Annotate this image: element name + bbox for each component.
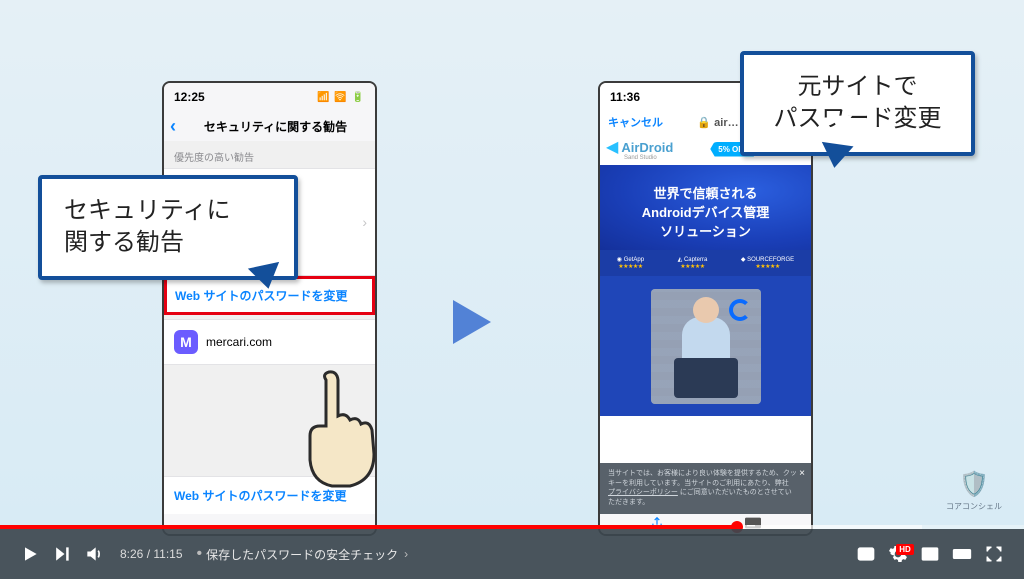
video-content: 12:25 📶 🛜 🔋 ‹ セキュリティに関する勧告 優先度の高い勧告 › We… <box>0 0 1024 529</box>
mercari-entry[interactable]: M mercari.com <box>164 319 375 365</box>
status-time: 11:36 <box>610 90 640 104</box>
nav-title: セキュリティに関する勧告 <box>182 118 369 135</box>
callout-right: 元サイトで パスワード変更 <box>740 51 975 156</box>
callout-tail-icon <box>818 142 853 170</box>
time-display: 8:26 / 11:15 <box>120 547 183 561</box>
privacy-policy-link[interactable]: プライバシーポリシー <box>608 489 678 496</box>
chapter-title[interactable]: 保存したパスワードの安全チェック <box>206 546 398 563</box>
fullscreen-button[interactable] <box>978 538 1010 570</box>
subtitles-button[interactable] <box>850 538 882 570</box>
chevron-right-icon: › <box>362 214 367 230</box>
channel-watermark[interactable]: 🛡️ コアコンシェル <box>946 470 1002 512</box>
hero-image <box>600 276 811 416</box>
ratings-row: ◉ GetApp★★★★★ ◭ Capterra★★★★★ ◆ SOURCEFO… <box>600 250 811 276</box>
play-button[interactable] <box>14 538 46 570</box>
pointing-hand-icon <box>296 370 386 490</box>
next-button[interactable] <box>46 538 78 570</box>
chapter-separator: • <box>197 545 203 563</box>
status-indicators-icon: 📶 🛜 🔋 <box>317 92 365 103</box>
miniplayer-button[interactable] <box>914 538 946 570</box>
chevron-right-icon[interactable]: › <box>404 547 408 561</box>
settings-button[interactable]: HD <box>882 538 914 570</box>
rating-getapp: ◉ GetApp★★★★★ <box>617 256 644 270</box>
hd-badge: HD <box>896 544 914 555</box>
callout-left: セキュリティに 関する勧告 <box>38 175 298 280</box>
status-time: 12:25 <box>174 90 205 104</box>
theater-button[interactable] <box>946 538 978 570</box>
nav-bar: ‹ セキュリティに関する勧告 <box>164 111 375 141</box>
cookie-banner: 当サイトでは、お客様により良い体験を提供するため、クッキーを利用しています。当サ… <box>600 463 811 514</box>
back-chevron-icon[interactable]: ‹ <box>170 116 176 137</box>
cancel-button[interactable]: キャンセル <box>608 114 663 130</box>
close-icon[interactable]: × <box>799 467 805 481</box>
volume-button[interactable] <box>78 538 110 570</box>
paper-plane-icon: ◀ <box>606 137 618 157</box>
rating-sourceforge: ◆ SOURCEFORGE★★★★★ <box>741 256 794 270</box>
mercari-domain-label: mercari.com <box>206 335 272 349</box>
airdroid-logo[interactable]: ◀ AirDroid <box>606 137 673 157</box>
hero-heading: 世界で信頼される Androidデバイス管理 ソリューション <box>600 165 811 250</box>
watermark-icon: 🛡️ <box>946 470 1002 499</box>
section-header: 優先度の高い勧告 <box>164 141 375 168</box>
status-bar: 12:25 📶 🛜 🔋 <box>164 83 375 111</box>
rating-capterra: ◭ Capterra★★★★★ <box>678 256 708 270</box>
player-controls: 8:26 / 11:15 • 保存したパスワードの安全チェック › HD <box>0 529 1024 579</box>
mercari-icon: M <box>174 330 198 354</box>
arrow-right-icon <box>453 300 491 344</box>
